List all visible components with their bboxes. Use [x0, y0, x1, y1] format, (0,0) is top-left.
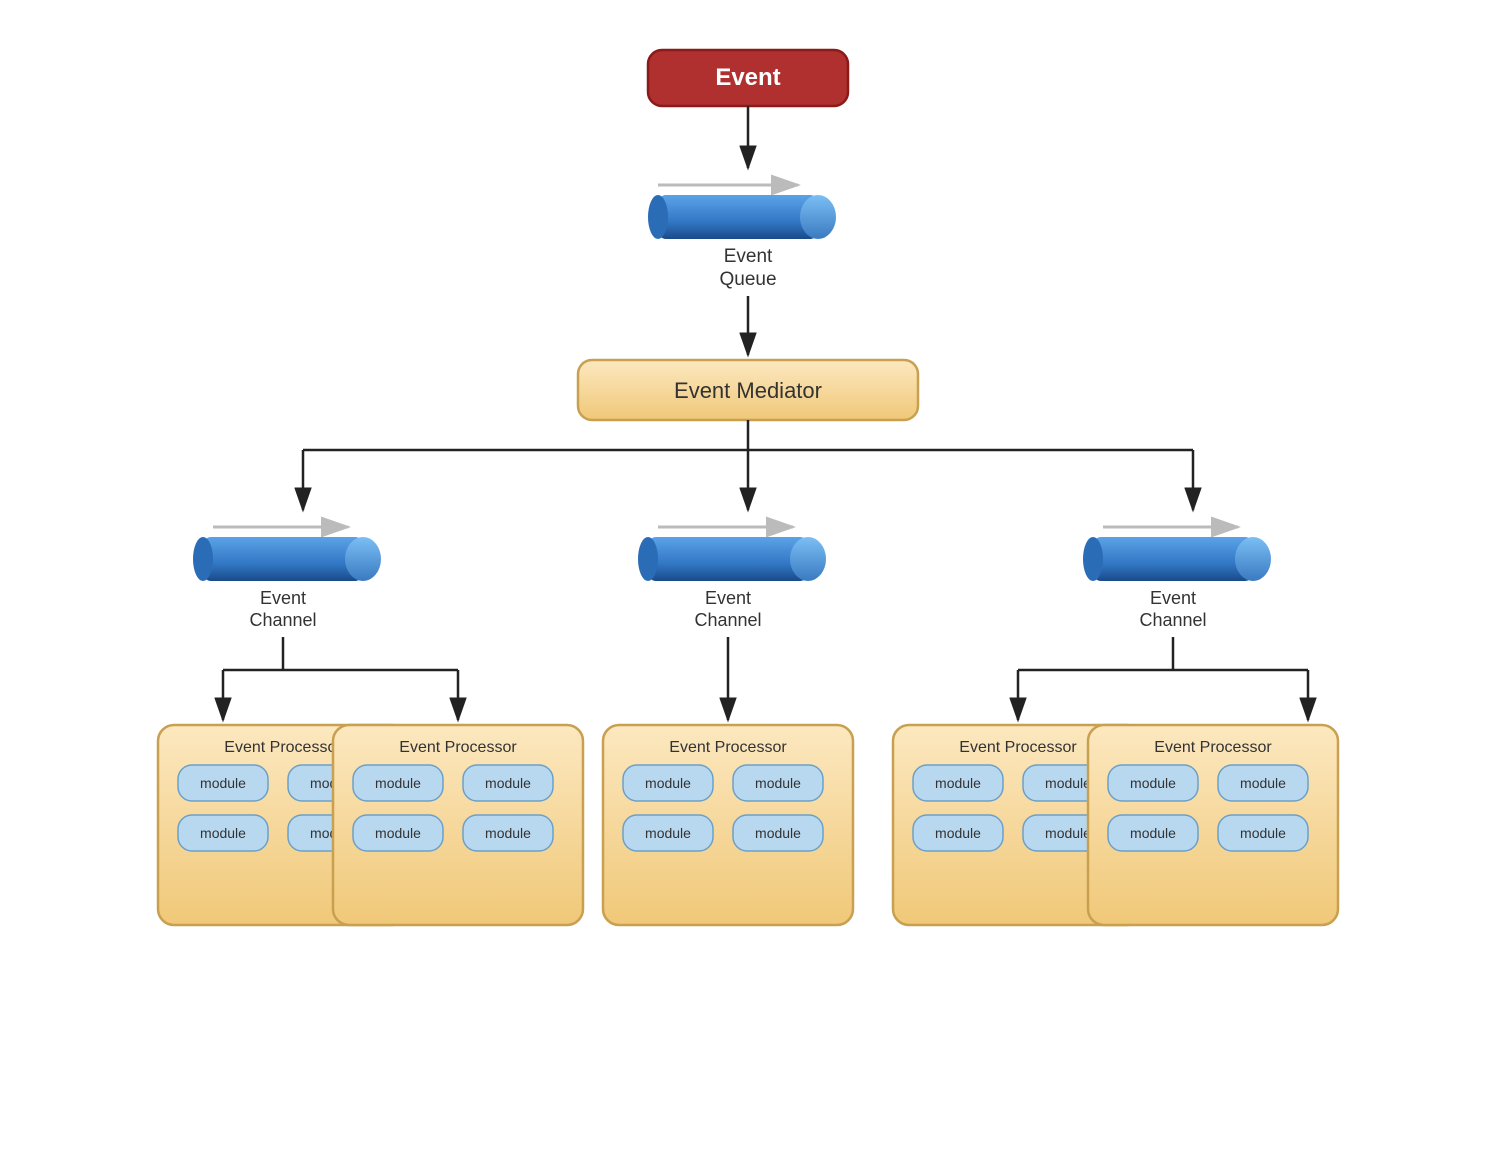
ep3-title: Event Processor [669, 739, 787, 756]
mid-channel-label-2: Channel [694, 610, 761, 630]
ep4-module-2-label: module [1045, 775, 1091, 791]
ep4-module-1-label: module [935, 775, 981, 791]
ep5-module-2-label: module [1240, 775, 1286, 791]
left-channel-cap [345, 537, 381, 581]
ep5-module-1-label: module [1130, 775, 1176, 791]
mid-channel-cap [790, 537, 826, 581]
event-queue-label-line1: Event [724, 246, 773, 267]
ep2-module-3-label: module [375, 825, 421, 841]
ep2-title: Event Processor [399, 739, 517, 756]
ep1-module-1-label: module [200, 775, 246, 791]
left-channel-left-cap [193, 537, 213, 581]
mid-channel-left-cap [638, 537, 658, 581]
mid-channel-cylinder [648, 537, 808, 581]
ep1-module-3-label: module [200, 825, 246, 841]
diagram-container: Event Event Queue Event Mediator [148, 20, 1348, 1145]
ep5-title: Event Processor [1154, 739, 1272, 756]
ep5-module-4-label: module [1240, 825, 1286, 841]
event-queue-cylinder [658, 195, 818, 239]
ep3-module-4-label: module [755, 825, 801, 841]
ep4-title: Event Processor [959, 739, 1077, 756]
right-channel-label-1: Event [1150, 588, 1196, 608]
ep3-module-1-label: module [645, 775, 691, 791]
left-channel-label-1: Event [260, 588, 306, 608]
left-channel-label-2: Channel [249, 610, 316, 630]
ep2-module-1-label: module [375, 775, 421, 791]
event-queue-cap [800, 195, 836, 239]
event-queue-label-line2: Queue [719, 269, 776, 290]
ep4-module-4-label: module [1045, 825, 1091, 841]
right-channel-cylinder [1093, 537, 1253, 581]
ep3-module-2-label: module [755, 775, 801, 791]
ep1-title: Event Processor [224, 739, 342, 756]
event-queue-left-cap [648, 195, 668, 239]
right-channel-cap [1235, 537, 1271, 581]
ep3-module-3-label: module [645, 825, 691, 841]
event-label: Event [715, 64, 780, 91]
ep4-module-3-label: module [935, 825, 981, 841]
ep5-module-3-label: module [1130, 825, 1176, 841]
event-mediator-label: Event Mediator [674, 378, 822, 403]
right-channel-label-2: Channel [1139, 610, 1206, 630]
ep2-module-2-label: module [485, 775, 531, 791]
mid-channel-label-1: Event [705, 588, 751, 608]
right-channel-left-cap [1083, 537, 1103, 581]
architecture-diagram: Event Event Queue Event Mediator [148, 20, 1348, 1140]
left-channel-cylinder [203, 537, 363, 581]
ep2-module-4-label: module [485, 825, 531, 841]
